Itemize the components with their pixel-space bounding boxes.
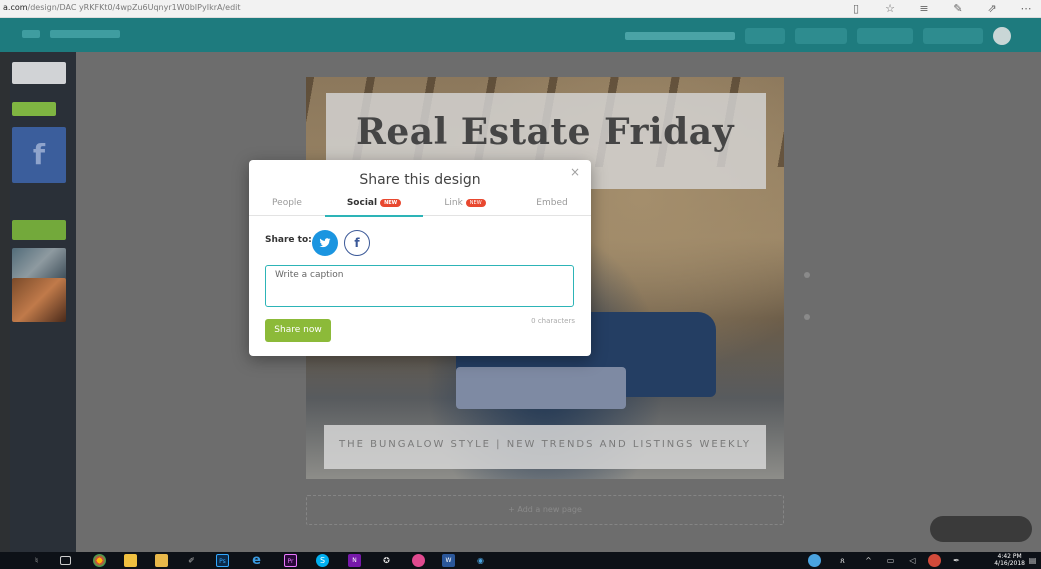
- tab-embed[interactable]: Embed: [529, 198, 575, 216]
- publish-button[interactable]: [923, 28, 983, 44]
- design-title-field[interactable]: [625, 32, 735, 40]
- image-thumbnail[interactable]: [12, 278, 66, 322]
- volume-icon[interactable]: ◁: [906, 554, 919, 567]
- facebook-button[interactable]: f: [344, 230, 370, 256]
- tab-label: Social: [346, 198, 378, 208]
- share-to-label: Share to:: [265, 235, 312, 245]
- skype-icon[interactable]: S: [316, 554, 329, 567]
- new-badge: NEW: [380, 199, 402, 207]
- favorite-star-icon[interactable]: ☆: [883, 2, 897, 15]
- system-clock[interactable]: 4:42 PM 4/16/2018: [994, 553, 1025, 567]
- image-thumbnail[interactable]: [12, 248, 66, 280]
- ottoman-photo-area: [456, 367, 626, 409]
- security-icon[interactable]: [928, 554, 941, 567]
- app-header: [0, 18, 1041, 52]
- chevron-up-icon[interactable]: ^: [862, 554, 875, 567]
- share-now-button[interactable]: Share now: [265, 319, 331, 342]
- elements-panel: f: [10, 52, 76, 552]
- facebook-icon: f: [354, 236, 360, 250]
- header-nav: [22, 30, 120, 38]
- url-text[interactable]: a.com/design/DAC yRKFKt0/4wpZu6Uqnyr1W0b…: [3, 3, 241, 12]
- word-icon[interactable]: W: [442, 554, 455, 567]
- tab-people[interactable]: People: [265, 198, 309, 216]
- header-menu[interactable]: [50, 30, 120, 38]
- onenote-icon[interactable]: N: [348, 554, 361, 567]
- character-count: 0 characters: [531, 317, 575, 325]
- add-page-button[interactable]: + Add a new page: [306, 495, 784, 525]
- pen-icon[interactable]: ✎: [951, 2, 965, 15]
- download-button[interactable]: [795, 28, 847, 44]
- app-icon[interactable]: ✪: [380, 554, 393, 567]
- avatar[interactable]: [993, 27, 1011, 45]
- tab-label: Embed: [536, 198, 568, 208]
- design-title[interactable]: Real Estate Friday: [306, 111, 784, 153]
- paint-icon[interactable]: ✐: [185, 554, 198, 567]
- share-button[interactable]: [857, 28, 913, 44]
- panel-action-button[interactable]: [12, 220, 66, 240]
- media-icon[interactable]: [412, 554, 425, 567]
- notifications-icon[interactable]: ▤: [1026, 554, 1039, 567]
- page-down-icon[interactable]: [804, 314, 810, 320]
- add-page-label: + Add a new page: [508, 505, 582, 514]
- new-badge: NEW: [465, 199, 486, 207]
- panel-upload-button[interactable]: [12, 102, 56, 116]
- share-dialog: × Share this design People Social NEW Lin…: [249, 160, 591, 356]
- clock-date: 4/16/2018: [994, 560, 1025, 567]
- tab-label: People: [272, 198, 302, 208]
- task-view-icon[interactable]: [60, 556, 71, 565]
- photoshop-icon[interactable]: Ps: [216, 554, 229, 567]
- cortana-icon[interactable]: ◉: [474, 554, 487, 567]
- browser-toolbar: ▯ ☆ ≡ ✎ ⇗ ⋯: [849, 2, 1033, 15]
- home-link[interactable]: [22, 30, 40, 38]
- share-tabs: People Social NEW Link NEW Embed: [249, 198, 591, 217]
- zoom-control[interactable]: [930, 516, 1032, 542]
- facebook-thumbnail[interactable]: f: [12, 127, 66, 183]
- more-icon[interactable]: ⋯: [1019, 2, 1033, 15]
- pen-workspace-icon[interactable]: ✒: [950, 554, 963, 567]
- reading-view-icon[interactable]: ▯: [849, 2, 863, 15]
- browser-address-bar[interactable]: a.com/design/DAC yRKFKt0/4wpZu6Uqnyr1W0b…: [0, 0, 1041, 18]
- tab-social[interactable]: Social NEW: [325, 198, 423, 217]
- share-icon[interactable]: ⇗: [985, 2, 999, 15]
- left-rail: [0, 52, 10, 552]
- favorites-hub-icon[interactable]: ≡: [917, 2, 931, 15]
- chrome-icon[interactable]: [93, 554, 106, 567]
- twitter-icon: [319, 238, 331, 248]
- resize-button[interactable]: [745, 28, 785, 44]
- design-subtitle[interactable]: THE BUNGALOW STYLE | NEW TRENDS AND LIST…: [324, 439, 766, 450]
- people-icon[interactable]: [808, 554, 821, 567]
- header-actions: [625, 27, 1011, 45]
- edge-icon[interactable]: e: [250, 554, 263, 567]
- premiere-icon[interactable]: Pr: [284, 554, 297, 567]
- windows-taskbar: ♮ ✐ Ps e Pr S N ✪ W ◉ ጸ ^ ▭ ◁ ✒ 4:42 PM …: [0, 552, 1041, 569]
- tab-label: Link: [444, 198, 463, 208]
- page-up-icon[interactable]: [804, 272, 810, 278]
- panel-search-input[interactable]: [12, 62, 66, 84]
- twitter-button[interactable]: [312, 230, 338, 256]
- battery-icon[interactable]: ▭: [884, 554, 897, 567]
- caption-input[interactable]: Write a caption: [265, 265, 574, 307]
- clock-time: 4:42 PM: [997, 553, 1022, 560]
- tab-link[interactable]: Link NEW: [433, 198, 497, 216]
- mic-icon[interactable]: ♮: [30, 554, 43, 567]
- user-icon[interactable]: ጸ: [836, 554, 849, 567]
- dialog-title: Share this design: [359, 172, 481, 188]
- store-icon[interactable]: [124, 554, 137, 567]
- file-explorer-icon[interactable]: [155, 554, 168, 567]
